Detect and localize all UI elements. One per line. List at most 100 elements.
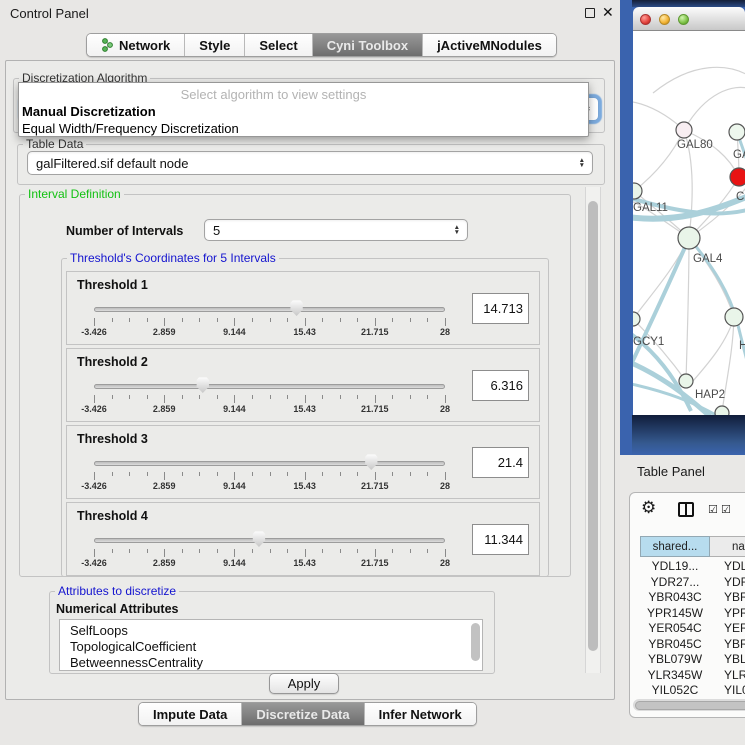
tick-label: 2.859 — [153, 481, 176, 491]
network-edge[interactable] — [633, 319, 686, 381]
attribute-list-item[interactable]: SelfLoops — [60, 623, 482, 639]
tick-mark — [94, 472, 95, 480]
hscrollbar-thumb[interactable] — [635, 701, 745, 710]
slider-thumb[interactable] — [290, 300, 304, 316]
gear-icon[interactable]: ⚙ — [641, 498, 656, 518]
dropdown-option-equal-width[interactable]: Equal Width/Frequency Discretization — [22, 121, 239, 136]
attribute-list-item[interactable]: TopologicalCoefficient — [60, 639, 482, 655]
network-node[interactable] — [725, 308, 743, 326]
tick-mark — [199, 318, 200, 322]
network-edge-highlighted[interactable] — [633, 238, 689, 373]
threshold-value-field[interactable]: 21.4 — [472, 447, 529, 478]
apply-button[interactable]: Apply — [269, 673, 339, 694]
cell-name[interactable]: YBR045C — [710, 637, 745, 653]
cell-name[interactable]: YDL19... — [710, 559, 745, 575]
close-icon[interactable]: ✕ — [602, 4, 614, 21]
network-edge[interactable] — [633, 238, 689, 319]
cell-shared-name[interactable]: YER054C — [640, 621, 710, 637]
cell-name[interactable]: YER054C — [710, 621, 745, 637]
panel-vertical-scrollbar[interactable] — [585, 187, 601, 673]
network-canvas[interactable]: GAL80GACGAL11GAL4GCY1HIHAP2 — [633, 31, 745, 415]
tab-infer-network[interactable]: Infer Network — [365, 703, 476, 725]
threshold-value-field[interactable]: 6.316 — [472, 370, 529, 401]
tick-mark — [322, 318, 323, 322]
network-node[interactable] — [678, 227, 700, 249]
cell-shared-name[interactable]: YDL19... — [640, 559, 710, 575]
network-edge[interactable] — [686, 238, 689, 381]
cell-shared-name[interactable]: YDR27... — [640, 575, 710, 591]
cell-shared-name[interactable]: YIL052C — [640, 683, 710, 699]
cell-shared-name[interactable]: YBL079W — [640, 652, 710, 668]
table-row[interactable]: YPR145WYPR145W — [640, 606, 745, 622]
slider-track[interactable] — [94, 461, 445, 466]
slider-thumb[interactable] — [252, 531, 266, 547]
threshold-value-field[interactable]: 14.713 — [472, 293, 529, 324]
cell-name[interactable]: YIL052C — [710, 683, 745, 699]
checkbox-icon[interactable]: ☑ — [721, 503, 731, 516]
slider-track[interactable] — [94, 384, 445, 389]
network-node[interactable] — [676, 122, 692, 138]
numerical-attributes-list[interactable]: SelfLoopsTopologicalCoefficientBetweenne… — [59, 619, 483, 671]
table-row[interactable]: YLR345WYLR345W — [640, 668, 745, 684]
table-row[interactable]: YBL079WYBL079W — [640, 652, 745, 668]
table-row[interactable]: YBR043CYBR043C — [640, 590, 745, 606]
attribute-list-item[interactable]: BetweennessCentrality — [60, 655, 482, 671]
table-row[interactable]: YBR045CYBR045C — [640, 637, 745, 653]
threshold-value-field[interactable]: 11.344 — [472, 524, 529, 555]
dropdown-option-manual[interactable]: Manual Discretization — [22, 104, 156, 119]
cell-shared-name[interactable]: YLR345W — [640, 668, 710, 684]
cell-name[interactable]: YLR345W — [710, 668, 745, 684]
slider-track[interactable] — [94, 307, 445, 312]
table-panel-title: Table Panel — [637, 464, 705, 479]
table-data-combobox[interactable]: galFiltered.sif default node ▲▼ — [27, 151, 593, 175]
cell-shared-name[interactable]: YBR043C — [640, 590, 710, 606]
tab-discretize-data[interactable]: Discretize Data — [242, 703, 364, 725]
scrollbar-thumb[interactable] — [588, 201, 598, 651]
table-row[interactable]: YER054CYER054C — [640, 621, 745, 637]
network-node[interactable] — [729, 124, 745, 140]
minimize-traffic-light[interactable] — [659, 14, 670, 25]
checkbox-icon[interactable]: ☑ — [708, 503, 718, 516]
column-header-shared-name[interactable]: shared... — [640, 536, 710, 557]
tab-jactivemnodules[interactable]: jActiveMNodules — [423, 34, 556, 56]
cell-name[interactable]: YPR145W — [710, 606, 745, 622]
tick-mark — [445, 549, 446, 557]
cell-shared-name[interactable]: YPR145W — [640, 606, 710, 622]
table-row[interactable]: YDR27...YDR27... — [640, 575, 745, 591]
table-row[interactable]: YIL052CYIL052C — [640, 683, 745, 699]
network-window-titlebar[interactable] — [633, 7, 745, 31]
slider-thumb[interactable] — [364, 454, 378, 470]
cell-name[interactable]: YBR043C — [710, 590, 745, 606]
cell-name[interactable]: YDR27... — [710, 575, 745, 591]
list-scrollbar-thumb[interactable] — [471, 623, 480, 661]
tab-discretize-data-label: Discretize Data — [256, 707, 349, 722]
tick-mark — [94, 549, 95, 557]
network-node[interactable] — [679, 374, 693, 388]
network-node[interactable] — [633, 312, 640, 326]
tab-cyni-toolbox[interactable]: Cyni Toolbox — [313, 34, 423, 56]
split-columns-icon[interactable] — [678, 502, 694, 517]
tab-select[interactable]: Select — [245, 34, 312, 56]
network-node[interactable] — [730, 168, 745, 186]
combo-arrows-icon: ▲▼ — [579, 158, 585, 168]
slider-thumb[interactable] — [196, 377, 210, 393]
slider-track[interactable] — [94, 538, 445, 543]
tab-style[interactable]: Style — [185, 34, 245, 56]
network-node[interactable] — [715, 406, 729, 415]
cell-shared-name[interactable]: YBR045C — [640, 637, 710, 653]
network-edge[interactable] — [689, 238, 734, 317]
network-node-label: GCY1 — [633, 336, 664, 348]
column-header-name[interactable]: name — [710, 536, 745, 557]
cell-name[interactable]: YBL079W — [710, 652, 745, 668]
float-window-icon[interactable] — [585, 8, 595, 18]
tick-mark — [287, 549, 288, 553]
network-edge[interactable] — [633, 101, 684, 130]
close-traffic-light[interactable] — [640, 14, 651, 25]
tab-network[interactable]: Network — [87, 34, 185, 56]
table-row[interactable]: YDL19...YDL19... — [640, 559, 745, 575]
tab-impute-data[interactable]: Impute Data — [139, 703, 242, 725]
number-of-intervals-combobox[interactable]: 5 ▲▼ — [204, 219, 468, 241]
network-edge[interactable] — [653, 67, 745, 93]
zoom-traffic-light[interactable] — [678, 14, 689, 25]
table-horizontal-scrollbar[interactable] — [633, 699, 745, 711]
